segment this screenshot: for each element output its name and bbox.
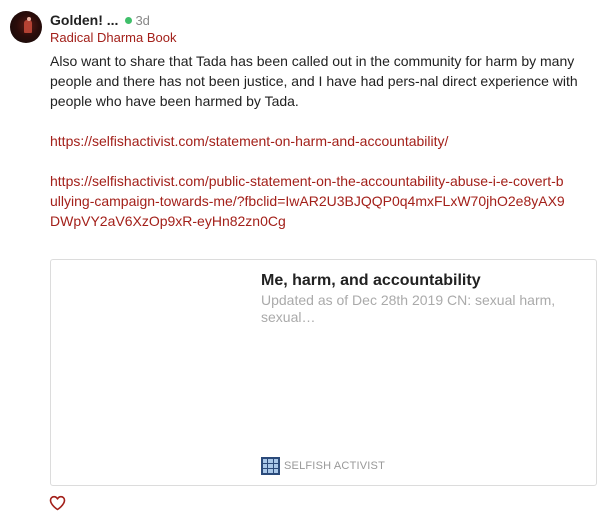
author-name[interactable]: Golden! ... [50,12,118,28]
post-link-2[interactable]: https://selfishactivist.com/public-state… [50,171,565,231]
post-text: Also want to share that Tada has been ca… [50,53,578,109]
link-preview-description: Updated as of Dec 28th 2019 CN: sexual h… [261,292,556,325]
grid-logo-icon [261,457,280,475]
post-timestamp[interactable]: 3d [135,13,149,28]
link-preview-card[interactable]: Me, harm, and accountability Updated as … [50,259,597,486]
like-button[interactable] [49,495,66,511]
author-avatar[interactable] [10,11,42,43]
community-link[interactable]: Radical Dharma Book [50,30,176,45]
post-header: Golden! ... 3d [50,11,150,29]
avatar-highlight [27,17,31,21]
post-body: Also want to share that Tada has been ca… [50,51,590,251]
link-preview-source: SELFISH ACTIVIST [261,457,385,475]
heart-icon [49,495,66,511]
online-dot-icon [125,16,133,24]
link-preview-title: Me, harm, and accountability [261,272,481,289]
link-preview-site-name: SELFISH ACTIVIST [284,460,386,472]
post-link-1[interactable]: https://selfishactivist.com/statement-on… [50,133,448,149]
avatar-figure [24,20,32,33]
